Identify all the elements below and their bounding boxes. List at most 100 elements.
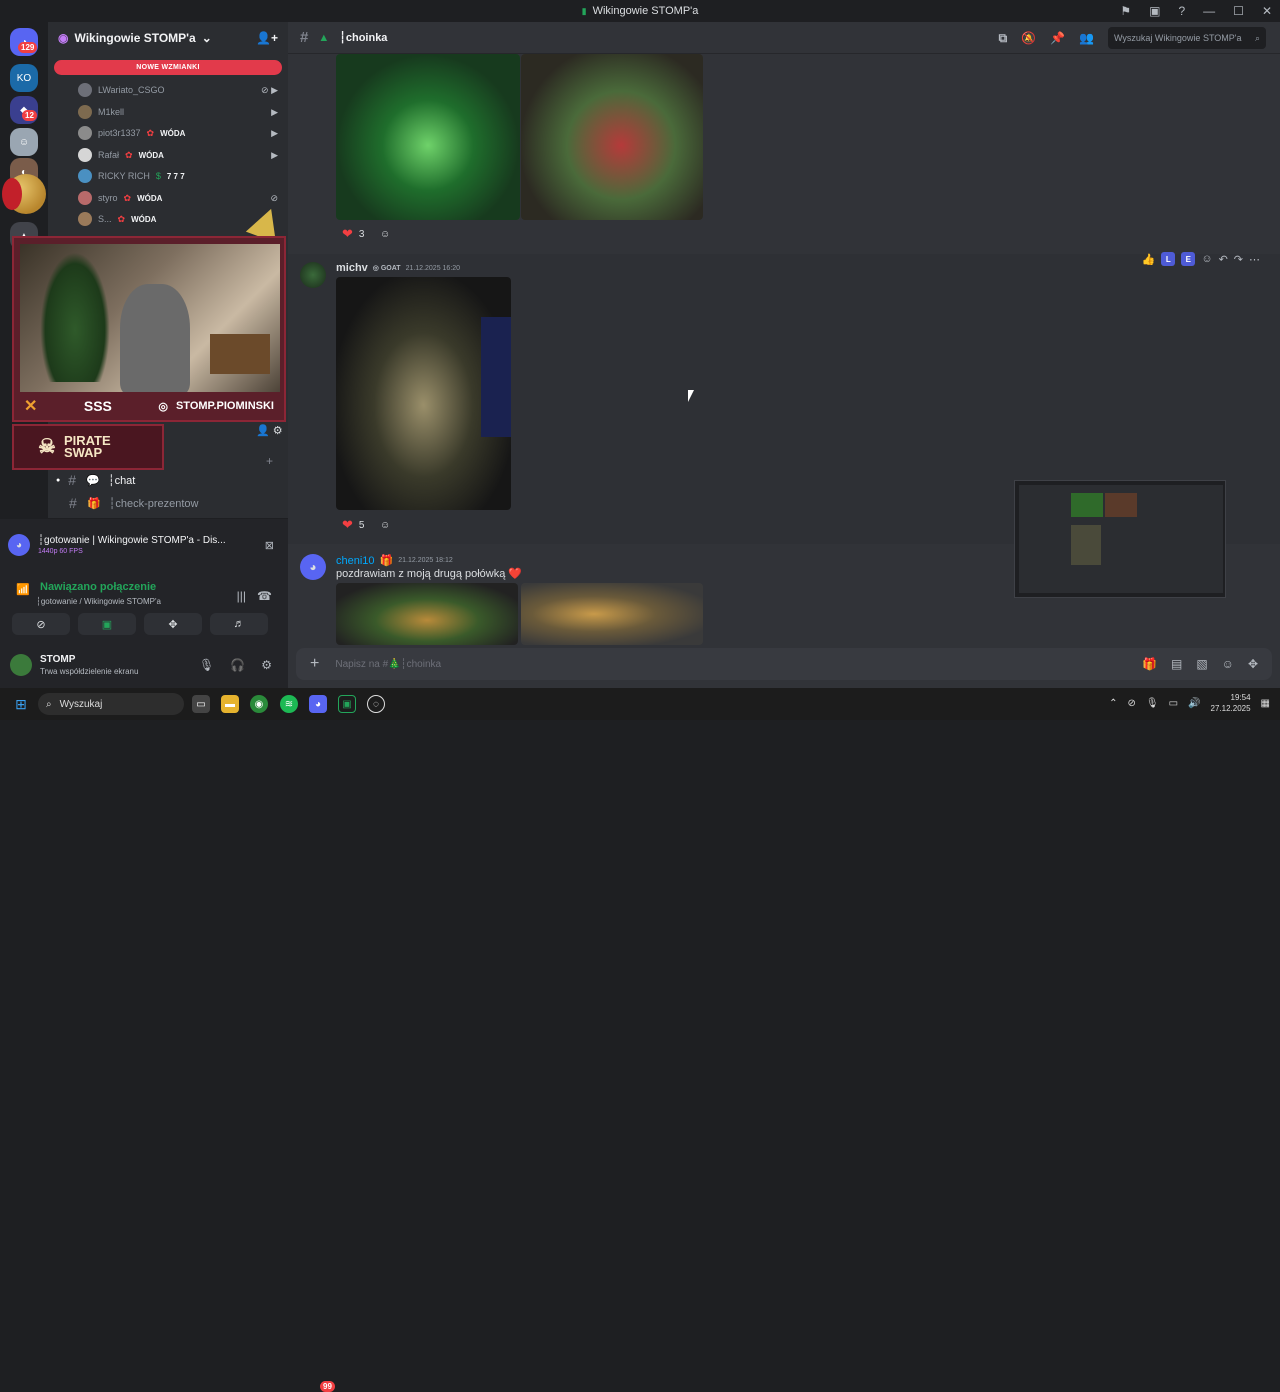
soundboard-button[interactable]: ♬ [210,613,268,635]
channel-check-prezentow[interactable]: # 🎁 ┆check-prezentow [56,493,276,513]
voice-user[interactable]: styro ✿ WÓDA ⊘ [78,188,278,208]
minimize-button[interactable]: — [1203,4,1215,18]
overlay-brand-bar: ✕ SSS ◎ STOMP.PIOMINSKI [14,392,284,420]
forward-icon[interactable]: ↷ [1234,253,1243,266]
screen-share-preview[interactable] [1014,480,1226,598]
gear-icon[interactable]: ⚙ [261,658,272,672]
search-input[interactable]: Wyszukaj Wikingowie STOMP'a ⌕ [1108,27,1266,49]
add-channel-icon[interactable]: + [266,454,273,468]
emoji-l-button[interactable]: L [1161,252,1176,266]
inbox-icon[interactable]: ⚑ [1120,4,1131,18]
stop-stream-icon[interactable]: ⊠ [265,539,274,552]
avatar [78,126,92,140]
microphone-icon[interactable]: 🎙 [1146,698,1159,709]
screen-share-icon[interactable]: ▣ [1149,4,1160,18]
message-image[interactable] [336,583,518,645]
volume-icon[interactable]: 🔊 [1188,698,1200,709]
connection-status[interactable]: Nawiązano połączenie [40,581,156,593]
voice-user[interactable]: piot3r1337 ✿ WÓDA ▶ [78,123,278,143]
heart-reaction[interactable]: ❤ 3 [336,224,370,244]
noise-suppression-icon[interactable]: ||| [237,589,246,603]
discord-badge: 99 [320,1381,335,1392]
clock[interactable]: 19:54 27.12.2025 [1211,692,1251,714]
message-actions: 👍 L E ☺ ↶ ↷ ⋯ [1142,252,1260,266]
stream-quality: 1440p 60 FPS [38,548,83,555]
taskbar-search[interactable]: ⌕ Wyszukaj [38,693,184,715]
guild-icon: ◉ [58,31,69,45]
add-reaction-icon[interactable]: ☺ [1201,253,1212,265]
voice-user[interactable]: M1kell ▶ [78,102,278,122]
spotify-icon[interactable]: ≋ [280,695,298,713]
notification-mute-icon[interactable]: 🔕 [1021,31,1036,45]
message-image[interactable] [336,277,511,510]
message-image[interactable] [521,54,703,220]
streamer-image [120,284,190,392]
chevron-up-icon[interactable]: ⌃ [1109,698,1117,709]
gif-icon[interactable]: ▤ [1171,657,1182,671]
emoji-e-button[interactable]: E [1181,252,1196,266]
heart-reaction[interactable]: ❤ 5 [336,515,370,535]
maximize-button[interactable]: ☐ [1233,4,1244,18]
pin-icon[interactable]: 📌 [1050,31,1065,45]
notifications-icon[interactable]: ▦ [1261,698,1270,709]
thumbs-up-icon[interactable]: 👍 [1142,253,1156,266]
add-member-icon[interactable]: 👤 [256,425,270,437]
disconnect-icon[interactable]: ☎ [257,589,272,603]
muted-video-icon: ⊘ [270,192,278,203]
headphones-icon[interactable]: 🎧 [230,658,245,672]
file-explorer-icon[interactable]: ▬ [221,695,239,713]
obs-icon[interactable]: ◌ [367,695,385,713]
hash-icon: # [69,495,77,511]
vodka-tag-icon: ✿ [123,192,132,203]
microphone-icon[interactable]: 🎙 [199,658,214,672]
server-icon-3[interactable]: ☺ [10,128,38,156]
chrome-icon[interactable]: ◉ [250,695,268,713]
avatar[interactable] [300,262,326,288]
channel-header: # ▲ ┆choinka ⧉ 🔕 📌 👥 Wyszukaj Wikingowie… [288,22,1280,54]
server-icon-knockout[interactable]: KO [10,64,38,92]
author-name[interactable]: cheni10 [336,555,375,567]
avatar[interactable]: ◕ [300,554,326,580]
members-icon[interactable]: 👥 [1079,31,1094,45]
voice-user[interactable]: LWariato_CSGO ⊘ ▶ [78,80,278,100]
message-image[interactable] [336,54,520,220]
message-image[interactable] [521,583,703,645]
user-panel[interactable]: STOMP Trwa współdzielenie ekranu 🎙 🎧 ⚙ [10,647,278,683]
discord-taskbar-icon[interactable]: ◕ [309,695,327,713]
new-mentions-banner[interactable]: NOWE WZMIANKI [54,60,282,75]
channel-chat[interactable]: ● # 💬 ┆chat [56,470,276,490]
gear-icon[interactable]: ⚙ [273,425,283,437]
add-reaction-button[interactable]: ☺ [374,224,396,244]
red-balloon-icon [2,178,22,210]
add-attachment-icon[interactable]: + [310,655,319,673]
unread-dot-icon: ● [56,476,61,484]
avatar [78,169,92,183]
more-icon[interactable]: ⋯ [1249,253,1260,266]
emoji-icon[interactable]: ☺ [1222,657,1234,671]
mouse-cursor [688,390,694,402]
task-view-icon[interactable]: ▭ [192,695,210,713]
apps-icon[interactable]: ✥ [1248,657,1258,671]
threads-icon[interactable]: ⧉ [999,31,1008,46]
add-reaction-button[interactable]: ☺ [374,515,396,535]
gift-icon[interactable]: 🎁 [1142,657,1157,671]
help-icon[interactable]: ? [1178,4,1185,18]
display-icon[interactable]: ▭ [1169,698,1178,709]
voice-user[interactable]: RICKY RICH $ 7 7 7 [78,166,278,186]
message-composer[interactable]: + Napisz na #🎄┆choinka 🎁 ▤ ▧ ☺ ✥ [296,648,1272,680]
reply-icon[interactable]: ↶ [1219,253,1228,266]
activities-button[interactable]: ✥ [144,613,202,635]
app-icon[interactable]: ▣ [338,695,356,713]
camera-off-button[interactable]: ⊘ [12,613,70,635]
guild-header[interactable]: ◉ Wikingowie STOMP'a ⌄ 👤+ [48,22,288,54]
invite-user-icon[interactable]: 👤+ [256,31,278,45]
tray-app-icon[interactable]: ⊘ [1128,698,1136,709]
windows-start-icon[interactable]: ⊞ [12,695,30,713]
close-button[interactable]: ✕ [1262,4,1272,18]
author-name[interactable]: michv [336,262,368,274]
sticker-icon[interactable]: ▧ [1196,657,1207,671]
screen-share-button[interactable]: ▣ [78,613,136,635]
stream-row[interactable]: ◕ ┆gotowanie | Wikingowie STOMP'a - Dis.… [8,527,280,563]
timestamp: 21.12.2025 18:12 [398,557,453,564]
voice-user[interactable]: Rafał ✿ WÓDA ▶ [78,145,278,165]
